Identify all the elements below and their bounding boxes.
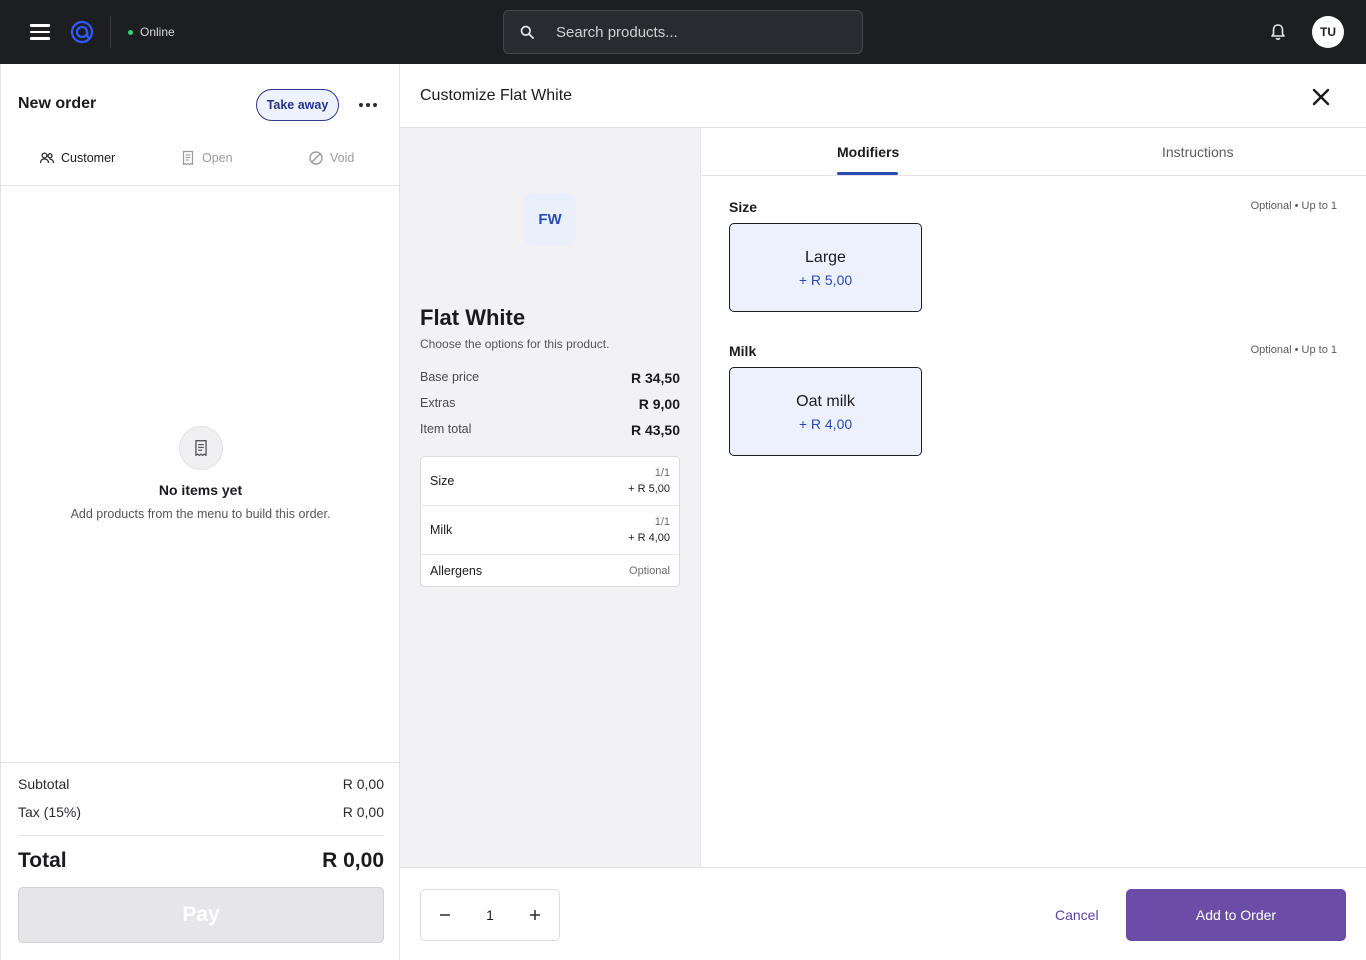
option-oat-milk[interactable]: Oat milk + R 4,00 xyxy=(729,367,922,456)
modifier-tabs: Modifiers Instructions xyxy=(701,128,1366,176)
product-description: Choose the options for this product. xyxy=(420,337,610,351)
summary-milk-name: Milk xyxy=(430,523,453,537)
menu-icon[interactable] xyxy=(24,18,56,46)
order-panel: New order Take away Customer Open Void N… xyxy=(0,64,400,960)
product-name: Flat White xyxy=(420,305,526,330)
order-title: New order xyxy=(18,95,97,112)
increment-button[interactable] xyxy=(511,890,559,940)
option-oat-milk-name: Oat milk xyxy=(796,393,855,410)
base-price-value: R 34,50 xyxy=(630,370,680,386)
empty-receipt-icon xyxy=(179,426,223,470)
summary-allergens-name: Allergens xyxy=(430,563,483,578)
group-title-milk: Milk xyxy=(729,343,757,359)
summary-size-price: + R 5,00 xyxy=(628,483,670,495)
tab-modifiers[interactable]: Modifiers xyxy=(837,144,899,160)
customize-modal: Customize Flat White FW Flat White Choos… xyxy=(400,64,1366,960)
connection-status: Online xyxy=(128,24,175,40)
cancel-button[interactable]: Cancel xyxy=(1055,907,1099,923)
summary-size-detail: 1/1 + R 5,00 xyxy=(628,465,670,497)
group-hint-milk: Optional • Up to 1 xyxy=(1250,344,1337,356)
totals-divider xyxy=(18,835,384,836)
search-input[interactable] xyxy=(556,23,846,41)
search-icon xyxy=(520,25,534,39)
void-icon xyxy=(309,151,323,165)
option-large-name: Large xyxy=(805,249,846,266)
status-label: Online xyxy=(140,25,175,39)
total-label: Total xyxy=(18,849,67,872)
close-icon[interactable] xyxy=(1310,86,1332,108)
product-summary: FW Flat White Choose the options for thi… xyxy=(400,128,701,868)
order-totals: Subtotal R 0,00 Tax (15%) R 0,00 Total R… xyxy=(1,762,400,872)
tax-row: Tax (15%) R 0,00 xyxy=(18,804,384,820)
options-panel: Modifiers Instructions Size Optional • U… xyxy=(701,128,1366,868)
status-dot xyxy=(128,29,133,35)
base-price-row: Base price R 34,50 xyxy=(420,370,680,386)
product-thumbnail: FW xyxy=(524,193,576,245)
tab-customer[interactable]: Customer xyxy=(39,148,115,168)
users-icon xyxy=(39,152,55,164)
tab-void[interactable]: Void xyxy=(308,148,354,168)
option-large[interactable]: Large + R 5,00 xyxy=(729,223,922,312)
modal-header: Customize Flat White xyxy=(400,64,1366,128)
subtotal-value: R 0,00 xyxy=(342,776,384,792)
tab-open-label: Open xyxy=(202,151,233,165)
base-price-label: Base price xyxy=(420,370,480,384)
active-tab-indicator xyxy=(837,172,898,175)
option-oat-milk-price: + R 4,00 xyxy=(798,416,853,432)
tab-void-label: Void xyxy=(330,151,355,165)
quantity-value[interactable]: 1 xyxy=(469,907,511,923)
total-row: Total R 0,00 xyxy=(18,849,384,873)
subtotal-label: Subtotal xyxy=(18,776,70,792)
decrement-button[interactable] xyxy=(421,890,469,940)
summary-row-allergens: Allergens Optional xyxy=(421,554,679,586)
modifier-summary-card: Size 1/1 + R 5,00 Milk 1/1 + R 4,00 Alle… xyxy=(420,456,680,587)
option-large-price: + R 5,00 xyxy=(798,272,853,288)
item-total-label: Item total xyxy=(420,422,472,436)
tab-instructions[interactable]: Instructions xyxy=(1162,144,1234,160)
tax-label: Tax (15%) xyxy=(18,804,82,820)
tax-value: R 0,00 xyxy=(342,804,384,820)
divider xyxy=(110,16,111,48)
avatar[interactable]: TU xyxy=(1312,16,1344,48)
summary-row-milk: Milk 1/1 + R 4,00 xyxy=(421,505,679,554)
total-value: R 0,00 xyxy=(322,849,384,872)
pay-button[interactable]: Pay xyxy=(18,887,384,943)
summary-milk-detail: 1/1 + R 4,00 xyxy=(628,514,670,546)
summary-allergens-note: Optional xyxy=(629,564,670,577)
item-total-value: R 43,50 xyxy=(630,422,680,438)
group-title-size: Size xyxy=(729,199,758,215)
plus-icon xyxy=(530,910,540,920)
order-tabs: Customer Open Void xyxy=(1,142,400,186)
empty-state-subtitle: Add products from the menu to build this… xyxy=(70,507,331,521)
order-type-button[interactable]: Take away xyxy=(256,89,339,121)
tab-customer-label: Customer xyxy=(61,151,116,165)
modal-footer: 1 Cancel Add to Order xyxy=(400,867,1366,960)
item-total-row: Item total R 43,50 xyxy=(420,422,680,438)
extras-row: Extras R 9,00 xyxy=(420,396,680,412)
empty-state-title: No items yet xyxy=(158,482,243,498)
minus-icon xyxy=(440,914,450,916)
bell-icon[interactable] xyxy=(1268,22,1288,42)
add-to-order-button[interactable]: Add to Order xyxy=(1126,889,1346,941)
summary-size-name: Size xyxy=(430,474,455,488)
summary-milk-price: + R 4,00 xyxy=(628,532,670,544)
summary-milk-count: 1/1 xyxy=(654,516,670,528)
group-hint-size: Optional • Up to 1 xyxy=(1250,200,1337,212)
search-bar[interactable] xyxy=(503,10,863,54)
tab-open[interactable]: Open xyxy=(180,148,233,168)
subtotal-row: Subtotal R 0,00 xyxy=(18,776,384,792)
modal-title: Customize Flat White xyxy=(420,87,573,104)
summary-row-size: Size 1/1 + R 5,00 xyxy=(421,457,679,505)
receipt-icon xyxy=(182,150,194,166)
top-bar: Online TU xyxy=(0,0,1366,64)
quantity-stepper: 1 xyxy=(420,889,560,941)
summary-size-count: 1/1 xyxy=(654,467,670,479)
more-options-icon[interactable] xyxy=(353,92,383,118)
extras-label: Extras xyxy=(420,396,456,410)
extras-value: R 9,00 xyxy=(638,396,680,412)
logo-icon[interactable] xyxy=(70,20,94,44)
